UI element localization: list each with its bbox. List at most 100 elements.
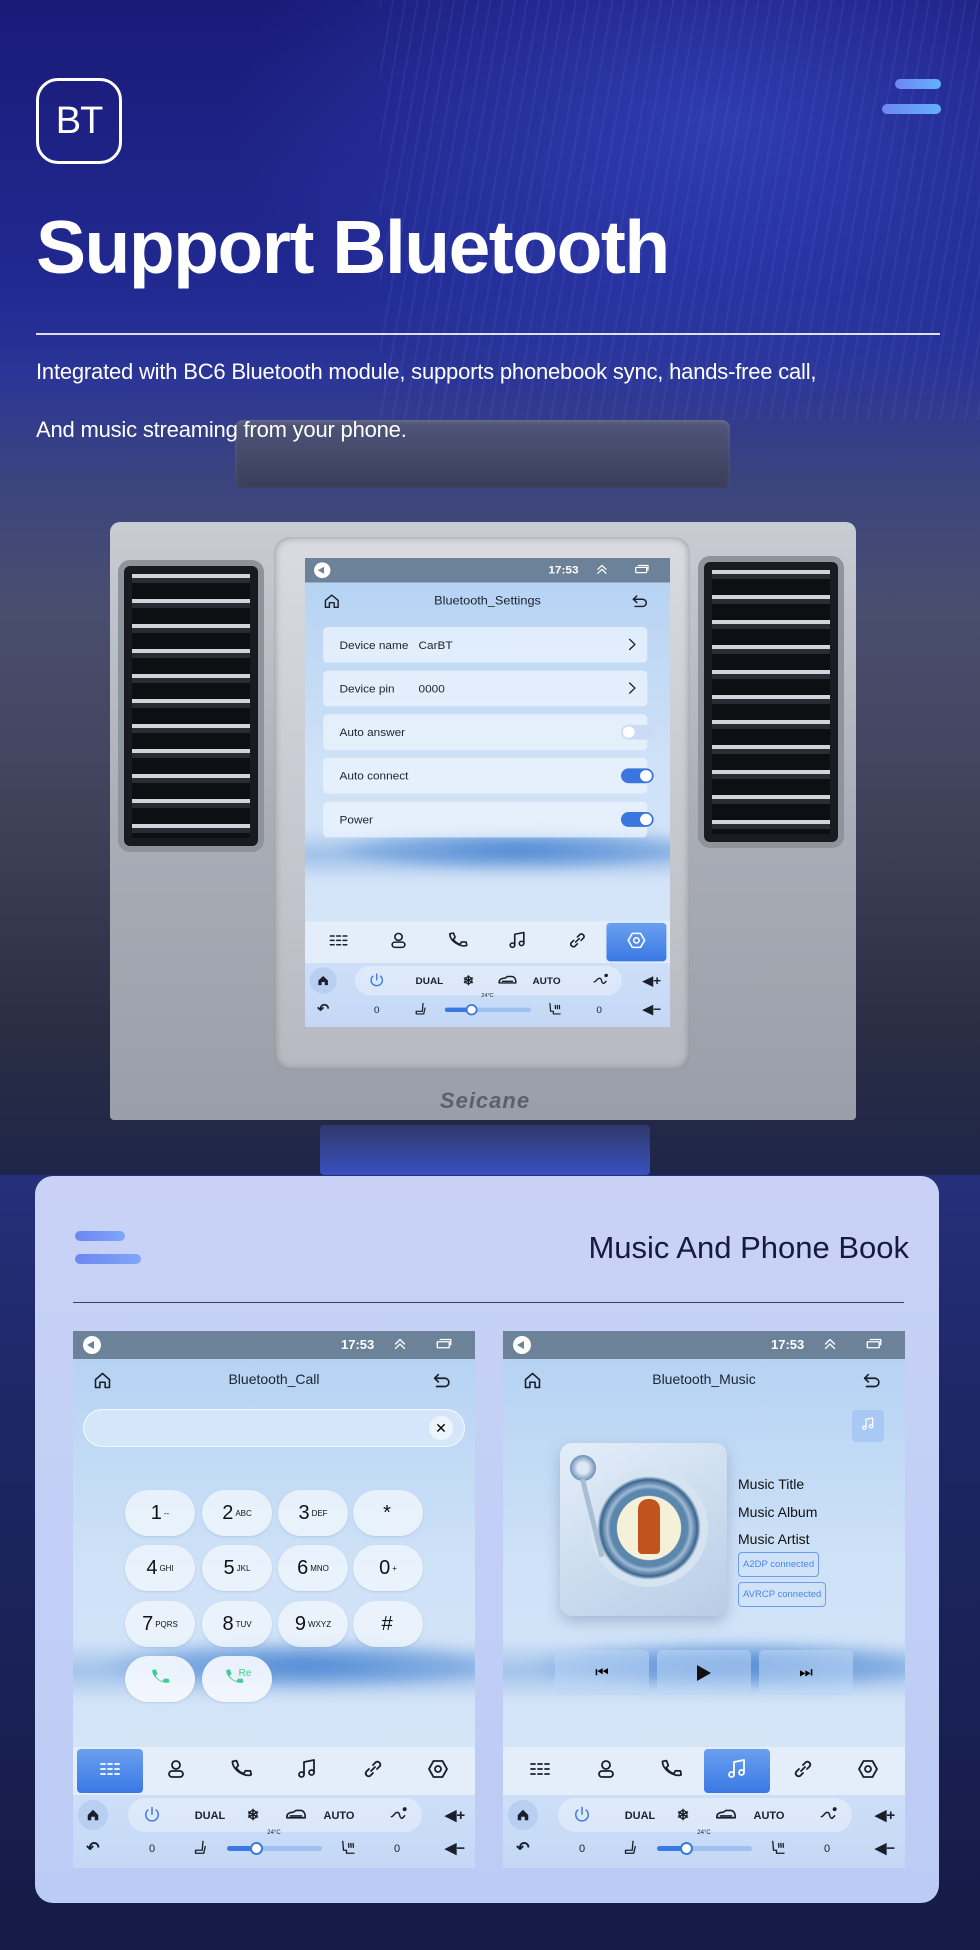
recent-apps-icon[interactable] (634, 561, 650, 581)
snowflake-icon[interactable]: ❄ (247, 1806, 260, 1824)
toggle-switch[interactable] (620, 768, 654, 784)
return-arrow-icon[interactable]: ↶ (86, 1838, 99, 1858)
back-nav-icon[interactable] (513, 1336, 531, 1354)
tab-music[interactable] (274, 1749, 340, 1793)
tab-dialpad[interactable] (507, 1749, 573, 1793)
dial-key-4[interactable]: 4 GHI (125, 1545, 195, 1591)
ac-power-icon[interactable] (142, 1805, 162, 1825)
seat-icon[interactable] (412, 1001, 428, 1017)
toggle-switch[interactable] (620, 724, 654, 740)
fan-slider-knob[interactable] (679, 1842, 693, 1855)
dual-button[interactable]: DUAL (416, 976, 444, 986)
tab-music[interactable] (488, 923, 548, 961)
next-button[interactable]: ⏭ (759, 1650, 853, 1695)
dial-key-#[interactable]: # (353, 1601, 423, 1647)
dial-key-1[interactable]: 1 -- (125, 1490, 195, 1536)
tab-call-log[interactable] (638, 1749, 704, 1793)
volume-up-icon[interactable]: ◀+ (875, 1806, 895, 1824)
home-button[interactable] (309, 967, 337, 994)
airflow-icon[interactable] (818, 1805, 838, 1825)
chevrons-up-icon[interactable] (594, 561, 610, 581)
airflow-icon[interactable] (388, 1805, 408, 1825)
heated-seat-icon[interactable] (547, 1001, 563, 1017)
volume-down-icon[interactable]: ◀− (445, 1839, 465, 1857)
dial-key-*[interactable]: * (353, 1490, 423, 1536)
chevrons-up-icon[interactable] (821, 1335, 839, 1358)
dial-key-3[interactable]: 3 DEF (278, 1490, 348, 1536)
home-button[interactable] (508, 1800, 538, 1830)
dual-button[interactable]: DUAL (195, 1810, 226, 1822)
fan-speed-slider[interactable] (444, 1004, 532, 1016)
snowflake-icon[interactable]: ❄ (677, 1806, 690, 1824)
back-icon[interactable] (630, 592, 650, 616)
volume-down-icon[interactable]: ◀− (643, 1001, 661, 1017)
tab-contacts[interactable] (573, 1749, 639, 1793)
auto-button[interactable]: AUTO (324, 1810, 355, 1822)
setting-row-auto-connect[interactable]: Auto connect (323, 757, 654, 794)
dial-key-5[interactable]: 5 JKL (202, 1545, 272, 1591)
heated-seat-icon[interactable] (339, 1839, 357, 1857)
tab-link[interactable] (547, 923, 607, 961)
dial-key-9[interactable]: 9 WXYZ (278, 1601, 348, 1647)
fan-speed-slider[interactable] (227, 1842, 322, 1855)
dial-key-2[interactable]: 2 ABC (202, 1490, 272, 1536)
music-source-button[interactable] (852, 1410, 884, 1442)
tab-dialpad[interactable] (309, 923, 369, 961)
setting-row-auto-answer[interactable]: Auto answer (323, 714, 654, 751)
back-icon[interactable] (431, 1370, 453, 1397)
recirculation-icon[interactable] (715, 1804, 737, 1826)
call-button[interactable] (125, 1656, 195, 1702)
play-button[interactable] (657, 1650, 751, 1695)
ac-power-icon[interactable] (572, 1805, 592, 1825)
back-nav-icon[interactable] (83, 1336, 101, 1354)
tab-call-log[interactable] (208, 1749, 274, 1793)
auto-button[interactable]: AUTO (754, 1810, 785, 1822)
volume-up-icon[interactable]: ◀+ (445, 1806, 465, 1824)
dual-button[interactable]: DUAL (625, 1810, 656, 1822)
tab-link[interactable] (770, 1749, 836, 1793)
tab-settings[interactable] (405, 1749, 471, 1793)
dial-key-6[interactable]: 6 MNO (278, 1545, 348, 1591)
home-button[interactable] (78, 1800, 108, 1830)
tab-link[interactable] (340, 1749, 406, 1793)
recent-apps-icon[interactable] (865, 1335, 883, 1358)
chevrons-up-icon[interactable] (391, 1335, 409, 1358)
fan-speed-slider[interactable] (657, 1842, 752, 1855)
setting-row-power[interactable]: Power (323, 801, 654, 838)
tab-contacts[interactable] (143, 1749, 209, 1793)
previous-button[interactable]: ⏮ (555, 1650, 649, 1695)
clear-icon[interactable]: ✕ (429, 1416, 453, 1440)
tab-dialpad[interactable] (77, 1749, 143, 1793)
volume-up-icon[interactable]: ◀+ (643, 973, 661, 989)
seat-icon[interactable] (191, 1839, 209, 1857)
fan-slider-knob[interactable] (465, 1004, 478, 1016)
seat-icon[interactable] (621, 1839, 639, 1857)
recent-apps-icon[interactable] (435, 1335, 453, 1358)
tab-call-log[interactable] (428, 923, 488, 961)
dial-key-7[interactable]: 7 PQRS (125, 1601, 195, 1647)
toggle-switch[interactable] (620, 812, 654, 827)
back-icon[interactable] (861, 1370, 883, 1397)
ac-power-icon[interactable] (368, 972, 386, 989)
redial-button[interactable]: Re (202, 1656, 272, 1702)
recirculation-icon[interactable] (497, 971, 517, 990)
fan-slider-knob[interactable] (249, 1842, 263, 1855)
auto-button[interactable]: AUTO (532, 976, 560, 986)
airflow-icon[interactable] (591, 972, 609, 989)
tab-settings[interactable] (835, 1749, 901, 1793)
back-nav-icon[interactable] (314, 562, 331, 579)
tab-music[interactable] (704, 1749, 770, 1793)
tab-settings[interactable] (606, 922, 667, 962)
heated-seat-icon[interactable] (769, 1839, 787, 1857)
number-input[interactable]: ✕ (83, 1409, 465, 1447)
volume-down-icon[interactable]: ◀− (875, 1839, 895, 1857)
tab-contacts[interactable] (368, 923, 428, 961)
dial-key-8[interactable]: 8 TUV (202, 1601, 272, 1647)
setting-row-device-name[interactable]: Device name CarBT (323, 626, 648, 663)
setting-row-device-pin[interactable]: Device pin 0000 (323, 670, 648, 707)
recirculation-icon[interactable] (285, 1804, 307, 1826)
dial-key-0[interactable]: 0 + (353, 1545, 423, 1591)
snowflake-icon[interactable]: ❄ (463, 973, 474, 989)
return-arrow-icon[interactable]: ↶ (516, 1838, 529, 1858)
return-arrow-icon[interactable]: ↶ (317, 1001, 329, 1018)
